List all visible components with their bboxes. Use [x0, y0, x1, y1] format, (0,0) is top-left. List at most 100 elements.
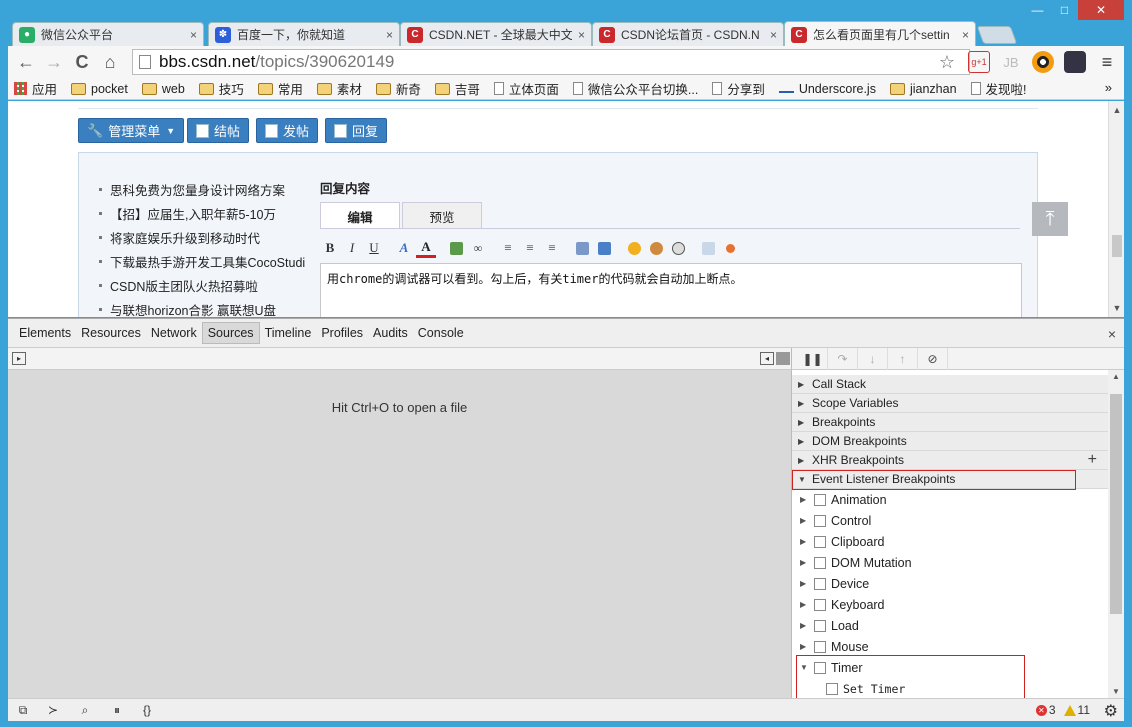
plugin-icon[interactable] [720, 238, 740, 258]
bookmark-item[interactable]: 应用 [14, 79, 57, 98]
deactivate-breakpoints-icon[interactable]: ⊘ [918, 347, 948, 370]
scroll-down-icon[interactable]: ▼ [1108, 687, 1124, 696]
event-category-control[interactable]: ▶ Control [792, 510, 1109, 531]
scrollbar-thumb[interactable] [1110, 394, 1122, 614]
tab-resources[interactable]: Resources [76, 322, 146, 344]
italic-button[interactable]: I [342, 238, 362, 258]
forward-button[interactable]: → [40, 48, 68, 76]
robot-extension-icon[interactable] [1064, 51, 1086, 73]
maximize-button[interactable]: □ [1051, 0, 1078, 20]
tab-timeline[interactable]: Timeline [260, 322, 317, 344]
home-button[interactable]: ⌂ [96, 48, 124, 76]
event-category-dom-mutation[interactable]: ▶ DOM Mutation [792, 552, 1109, 573]
bookmark-item[interactable]: jianzhan [889, 82, 957, 96]
tab-audits[interactable]: Audits [368, 322, 413, 344]
bookmark-item[interactable]: 分享到 [712, 79, 765, 98]
checkbox[interactable] [814, 577, 826, 590]
bold-button[interactable]: B [320, 238, 340, 258]
tab-close-icon[interactable]: × [386, 28, 393, 42]
link-icon[interactable]: ∞ [468, 238, 488, 258]
event-category-keyboard[interactable]: ▶ Keyboard [792, 594, 1109, 615]
bookmark-item[interactable]: web [141, 82, 185, 96]
insert-image-icon[interactable] [446, 238, 466, 258]
scroll-down-icon[interactable]: ▼ [1109, 301, 1124, 315]
emoji-icon[interactable] [624, 238, 644, 258]
tab-close-icon[interactable]: × [770, 28, 777, 42]
bookmarks-overflow-button[interactable]: » [1105, 80, 1112, 95]
browser-tab[interactable]: ✽ 百度一下，你就知道 × [208, 22, 400, 46]
browser-tab[interactable]: C CSDN.NET - 全球最大中文 × [400, 22, 592, 46]
section-dom-breakpoints[interactable]: ▶ DOM Breakpoints [792, 432, 1109, 451]
browser-tab-active[interactable]: C 怎么看页面里有几个settin × [784, 21, 976, 47]
section-call-stack[interactable]: ▶ Call Stack [792, 375, 1109, 394]
step-out-icon[interactable]: ↑ [888, 347, 918, 370]
page-scrollbar[interactable]: ▲ ▼ [1108, 101, 1124, 317]
underline-button[interactable]: U [364, 238, 384, 258]
close-topic-button[interactable]: 结帖 [187, 118, 250, 143]
bookmark-item[interactable]: Underscore.js [778, 82, 876, 96]
manage-menu-button[interactable]: 🔧 管理菜单 ▼ [78, 118, 185, 143]
minimize-button[interactable]: — [1024, 0, 1051, 20]
event-category-mouse[interactable]: ▶ Mouse [792, 636, 1109, 657]
color-picker-extension-icon[interactable] [1032, 51, 1054, 73]
bookmark-item[interactable]: pocket [71, 82, 128, 96]
bookmark-item[interactable]: 素材 [316, 79, 362, 98]
gear-icon[interactable]: ⚙ [1104, 701, 1118, 721]
checkbox[interactable] [814, 640, 826, 653]
event-category-clipboard[interactable]: ▶ Clipboard [792, 531, 1109, 552]
bookmark-star-icon[interactable]: ☆ [936, 51, 958, 73]
show-console-icon[interactable]: ≻ [44, 702, 62, 718]
pretty-print-icon[interactable]: {} [138, 702, 156, 718]
tab-close-icon[interactable]: × [578, 28, 585, 42]
checkbox[interactable] [814, 556, 826, 569]
sidebar-link[interactable]: 【招】应届生,入职年薪5-10万 [99, 201, 305, 225]
address-bar[interactable]: bbs.csdn.net/topics/390620149 [132, 49, 970, 75]
scrollbar-thumb[interactable] [1112, 235, 1122, 257]
browser-tab[interactable]: ● 微信公众平台 × [12, 22, 204, 46]
font-color-button[interactable]: A [416, 238, 436, 258]
sidebar-link[interactable]: CSDN版主团队火热招募啦 [99, 273, 305, 297]
bookmark-item[interactable]: 吉哥 [434, 79, 480, 98]
code-icon[interactable] [594, 238, 614, 258]
new-tab-button[interactable] [976, 26, 1018, 44]
browser-tab[interactable]: C CSDN论坛首页 - CSDN.N × [592, 22, 784, 46]
align-right-icon[interactable]: ≡ [542, 238, 562, 258]
tab-preview[interactable]: 预览 [402, 202, 482, 229]
toggle-drawer-icon[interactable] [776, 352, 790, 365]
sidebar-link[interactable]: 下载最热手游开发工具集CocoStudi [99, 249, 305, 273]
scroll-up-icon[interactable]: ▲ [1109, 103, 1124, 117]
section-scope-variables[interactable]: ▶ Scope Variables [792, 394, 1109, 413]
bookmark-item[interactable]: 立体页面 [493, 79, 559, 98]
new-post-button[interactable]: 发帖 [256, 118, 319, 143]
tab-close-icon[interactable]: × [962, 28, 969, 42]
jb-extension-icon[interactable]: JB [1000, 51, 1022, 73]
bookmark-item[interactable]: 发现啦! [970, 79, 1027, 98]
dock-icon[interactable]: ⧉ [14, 702, 32, 718]
quote-icon[interactable] [572, 238, 592, 258]
checkbox[interactable] [814, 514, 826, 527]
align-center-icon[interactable]: ≡ [520, 238, 540, 258]
tab-console[interactable]: Console [413, 322, 469, 344]
bookmark-item[interactable]: 技巧 [198, 79, 244, 98]
attachment-icon[interactable] [698, 238, 718, 258]
tab-elements[interactable]: Elements [14, 322, 76, 344]
event-category-animation[interactable]: ▶ Animation [792, 489, 1109, 510]
search-icon[interactable]: ⌕ [76, 702, 94, 718]
bookmark-item[interactable]: 常用 [257, 79, 303, 98]
sidebar-link[interactable]: 将家庭娱乐升级到移动时代 [99, 225, 305, 249]
bookmark-item[interactable]: 微信公众平台切换... [572, 79, 698, 98]
show-navigator-icon[interactable]: ▸ [12, 352, 26, 365]
sidebar-link[interactable]: 与联想horizon合影 赢联想U盘 [99, 297, 305, 318]
menu-icon[interactable]: ≡ [1096, 51, 1118, 73]
close-devtools-icon[interactable]: × [1108, 326, 1116, 342]
section-breakpoints[interactable]: ▶ Breakpoints [792, 413, 1109, 432]
reload-button[interactable]: C [68, 48, 96, 76]
tab-edit[interactable]: 编辑 [320, 202, 400, 229]
tab-profiles[interactable]: Profiles [316, 322, 368, 344]
section-xhr-breakpoints[interactable]: ▶ XHR Breakpoints + [792, 451, 1109, 470]
checkbox[interactable] [814, 535, 826, 548]
scroll-up-icon[interactable]: ▲ [1108, 372, 1124, 381]
event-category-load[interactable]: ▶ Load [792, 615, 1109, 636]
pause-on-exceptions-icon[interactable]: ⏸ [108, 702, 126, 718]
step-over-icon[interactable]: ↷ [828, 347, 858, 370]
